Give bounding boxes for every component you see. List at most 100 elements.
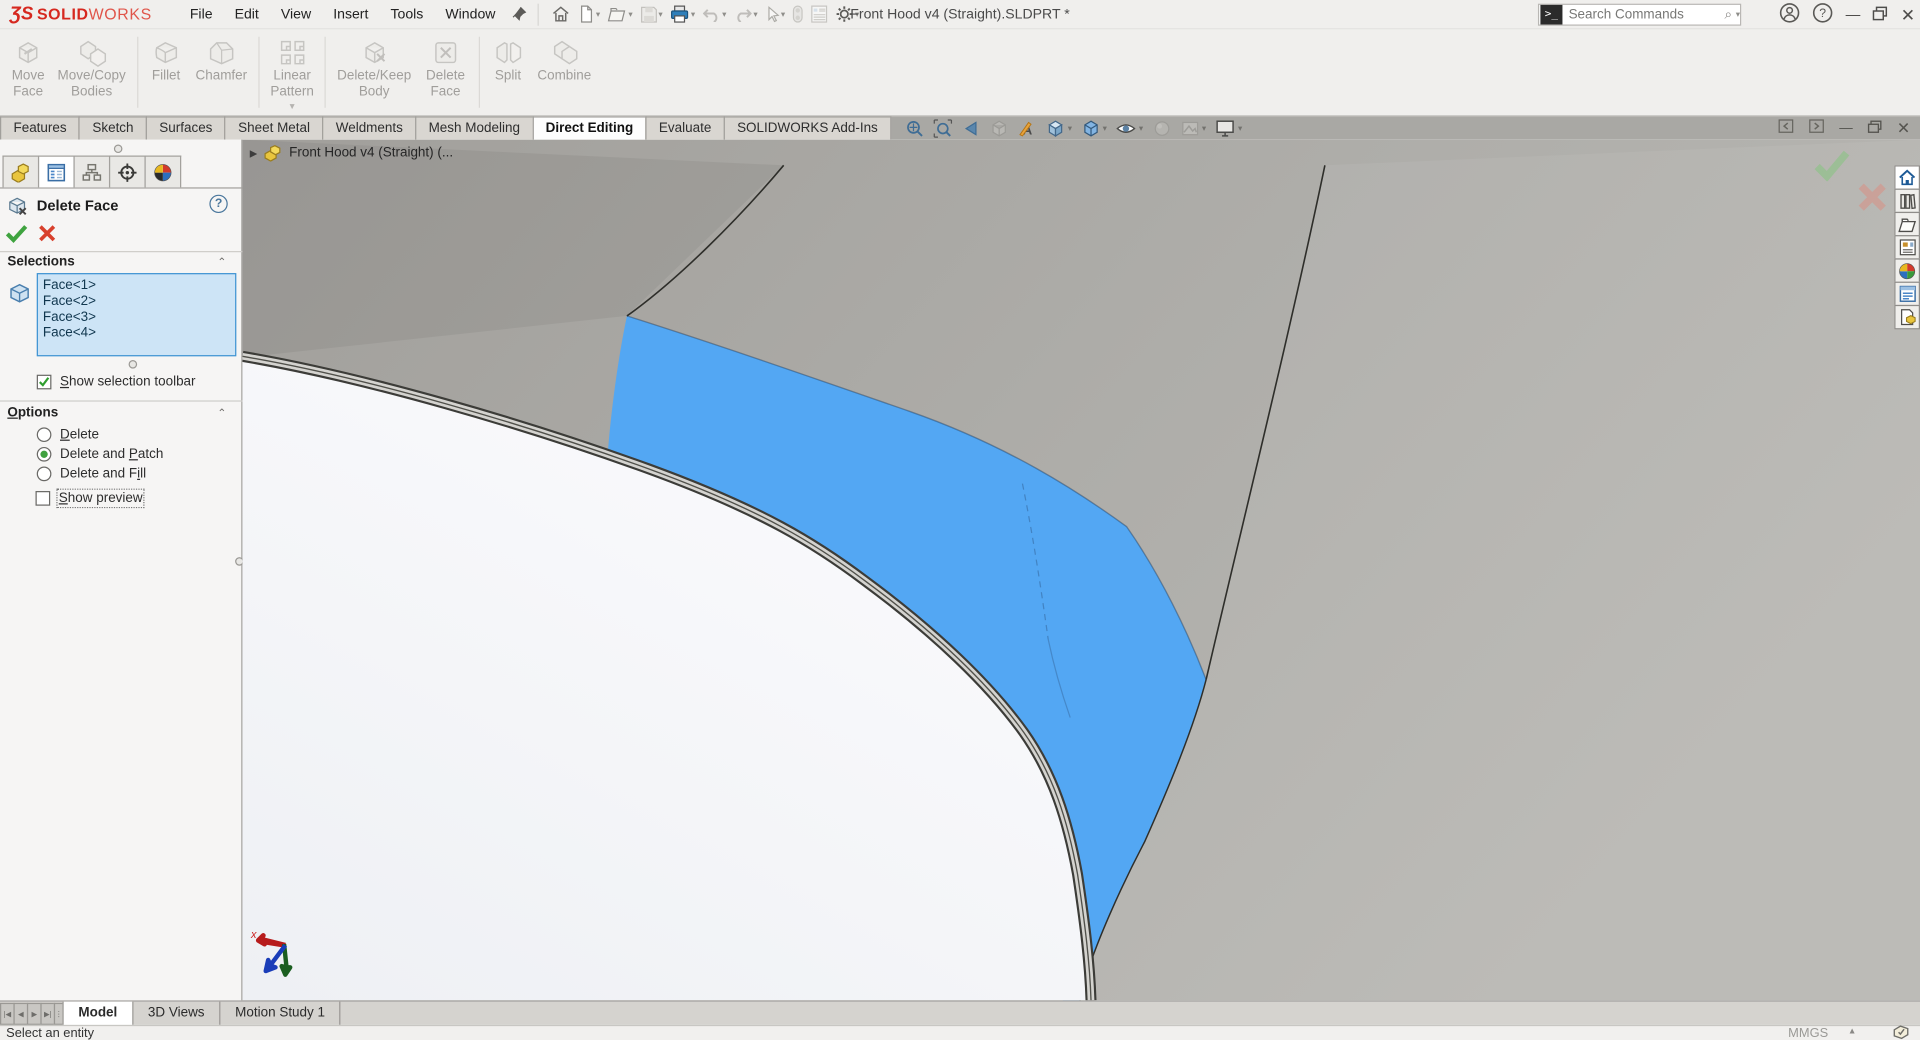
units-dropdown-icon[interactable]: ▲ [1848, 1027, 1856, 1036]
select-icon[interactable]: ▾ [763, 4, 788, 24]
property-manager-tab[interactable] [38, 156, 75, 188]
rebuild-icon[interactable] [790, 4, 806, 25]
options-header[interactable]: Options [7, 405, 58, 420]
show-preview-checkbox[interactable] [36, 491, 51, 506]
model-3d-view[interactable] [242, 140, 1920, 1001]
delete-keep-body-button[interactable]: Delete/KeepBody [331, 34, 417, 101]
hide-show-items-icon[interactable]: ▾ [1113, 118, 1145, 138]
taskpane-view-palette-icon[interactable] [1894, 235, 1920, 259]
display-manager-tab[interactable] [144, 156, 181, 188]
selections-header[interactable]: Selections [7, 255, 74, 270]
taskpane-custom-properties-icon[interactable] [1894, 282, 1920, 306]
view-settings-icon[interactable]: ▾ [1212, 118, 1244, 138]
menu-edit[interactable]: Edit [224, 0, 270, 29]
chamfer-button[interactable]: Chamfer [189, 34, 253, 101]
zoom-to-fit-icon[interactable] [902, 118, 926, 138]
move-copy-bodies-button[interactable]: Move/CopyBodies [51, 34, 131, 101]
tab-surfaces[interactable]: Surfaces [146, 116, 226, 139]
selection-item[interactable]: Face<2> [43, 294, 235, 310]
split-button[interactable]: Split [485, 34, 532, 101]
selection-item[interactable]: Face<4> [43, 326, 235, 342]
fillet-button[interactable]: Fillet [143, 34, 190, 101]
menu-tools[interactable]: Tools [379, 0, 434, 29]
3d-views-tab[interactable]: 3D Views [133, 1002, 220, 1025]
zoom-to-area-icon[interactable] [931, 118, 955, 138]
delete-radio[interactable] [37, 427, 52, 442]
flyout-feature-tree[interactable]: ▶ Front Hood v4 (Straight) (... [250, 144, 453, 161]
display-style-icon[interactable]: ▾ [1078, 118, 1109, 138]
selection-listbox[interactable]: Face<1> Face<2> Face<3> Face<4> [37, 273, 237, 356]
taskpane-file-explorer-icon[interactable] [1894, 212, 1920, 236]
delete-and-fill-radio-row[interactable]: Delete and Fill [37, 467, 146, 482]
move-face-button[interactable]: MoveFace [5, 34, 52, 101]
home-icon[interactable] [548, 4, 572, 25]
cancel-button[interactable] [37, 223, 58, 247]
menu-file[interactable]: File [179, 0, 224, 29]
listbox-resize-handle[interactable] [129, 360, 138, 369]
motion-study-tab[interactable]: Motion Study 1 [220, 1002, 340, 1025]
search-input[interactable]: Search Commands [1562, 7, 1724, 22]
pin-menu-icon[interactable] [511, 6, 527, 22]
tab-direct-editing[interactable]: Direct Editing [532, 116, 647, 139]
taskpane-home-icon[interactable] [1894, 165, 1920, 189]
tab-mesh-modeling[interactable]: Mesh Modeling [415, 116, 533, 139]
new-document-icon[interactable]: ▾ [575, 4, 603, 25]
tab-solidworks-add-ins[interactable]: SOLIDWORKS Add-Ins [724, 116, 892, 139]
taskpane-design-library-icon[interactable] [1894, 189, 1920, 213]
linear-pattern-dropdown-icon[interactable]: ▼ [288, 103, 296, 112]
show-selection-toolbar-row[interactable]: Show selection toolbar [37, 375, 196, 390]
selection-item[interactable]: Face<1> [43, 278, 235, 294]
restore-doc-icon[interactable] [1867, 119, 1882, 136]
minimize-icon[interactable]: — [1846, 0, 1861, 29]
tab-sheet-metal[interactable]: Sheet Metal [225, 116, 324, 139]
tab-weldments[interactable]: Weldments [322, 116, 416, 139]
dimxpert-manager-tab[interactable] [109, 156, 146, 188]
undo-icon[interactable]: ▾ [700, 5, 729, 23]
taskpane-appearances-icon[interactable] [1894, 258, 1920, 282]
tab-features[interactable]: Features [0, 116, 80, 139]
sign-in-icon[interactable] [1780, 2, 1801, 26]
search-dropdown-icon[interactable]: ▾ [1736, 10, 1740, 20]
open-document-icon[interactable]: ▾ [605, 4, 635, 25]
search-icon[interactable]: ⌕ [1724, 7, 1734, 23]
save-document-icon[interactable]: ▾ [638, 4, 666, 24]
delete-and-patch-radio-row[interactable]: Delete and Patch [37, 447, 164, 462]
linear-pattern-button[interactable]: LinearPattern ▼ [264, 34, 320, 114]
tab-sketch[interactable]: Sketch [79, 116, 147, 139]
view-orientation-icon[interactable]: ▾ [1043, 118, 1074, 138]
combine-button[interactable]: Combine [531, 34, 597, 101]
model-tab[interactable]: Model [62, 1002, 133, 1025]
menu-window[interactable]: Window [434, 0, 506, 29]
show-selection-toolbar-checkbox[interactable] [37, 375, 52, 390]
next-window-icon[interactable] [1809, 119, 1825, 137]
options-collapse-icon[interactable]: ⌃ [217, 407, 226, 420]
dynamic-annotation-views-icon[interactable]: A [1015, 118, 1039, 138]
options-icon[interactable]: ▾ [833, 4, 862, 25]
taskpane-resources-icon[interactable] [1894, 305, 1920, 329]
edit-appearance-icon[interactable] [1149, 118, 1173, 138]
confirmation-corner-ok-icon[interactable] [1813, 149, 1850, 185]
quick-tip-icon[interactable] [1892, 1024, 1910, 1040]
delete-face-button[interactable]: DeleteFace [417, 34, 473, 101]
flyout-part-name[interactable]: Front Hood v4 (Straight) (... [289, 146, 453, 161]
print-document-icon[interactable]: ▾ [668, 4, 698, 25]
selections-collapse-icon[interactable]: ⌃ [217, 256, 226, 269]
menu-view[interactable]: View [270, 0, 322, 29]
restore-icon[interactable] [1873, 6, 1889, 24]
graphics-viewport[interactable]: ▶ Front Hood v4 (Straight) (... x [242, 140, 1920, 1001]
menu-insert[interactable]: Insert [322, 0, 379, 29]
configuration-manager-tab[interactable] [73, 156, 110, 188]
redo-icon[interactable]: ▾ [731, 5, 760, 23]
panel-help-icon[interactable]: ? [209, 195, 227, 213]
selection-item[interactable]: Face<3> [43, 310, 235, 326]
delete-radio-row[interactable]: Delete [37, 427, 99, 442]
delete-and-patch-radio[interactable] [37, 447, 52, 462]
ok-button[interactable] [5, 223, 28, 247]
close-doc-icon[interactable]: ✕ [1897, 118, 1910, 138]
close-icon[interactable]: ✕ [1901, 0, 1915, 29]
minimize-doc-icon[interactable]: — [1839, 121, 1852, 136]
previous-window-icon[interactable] [1778, 119, 1794, 137]
help-icon[interactable]: ? [1813, 2, 1834, 26]
apply-scene-icon[interactable]: ▾ [1177, 118, 1208, 138]
units-indicator[interactable]: MMGS [1788, 1026, 1828, 1040]
